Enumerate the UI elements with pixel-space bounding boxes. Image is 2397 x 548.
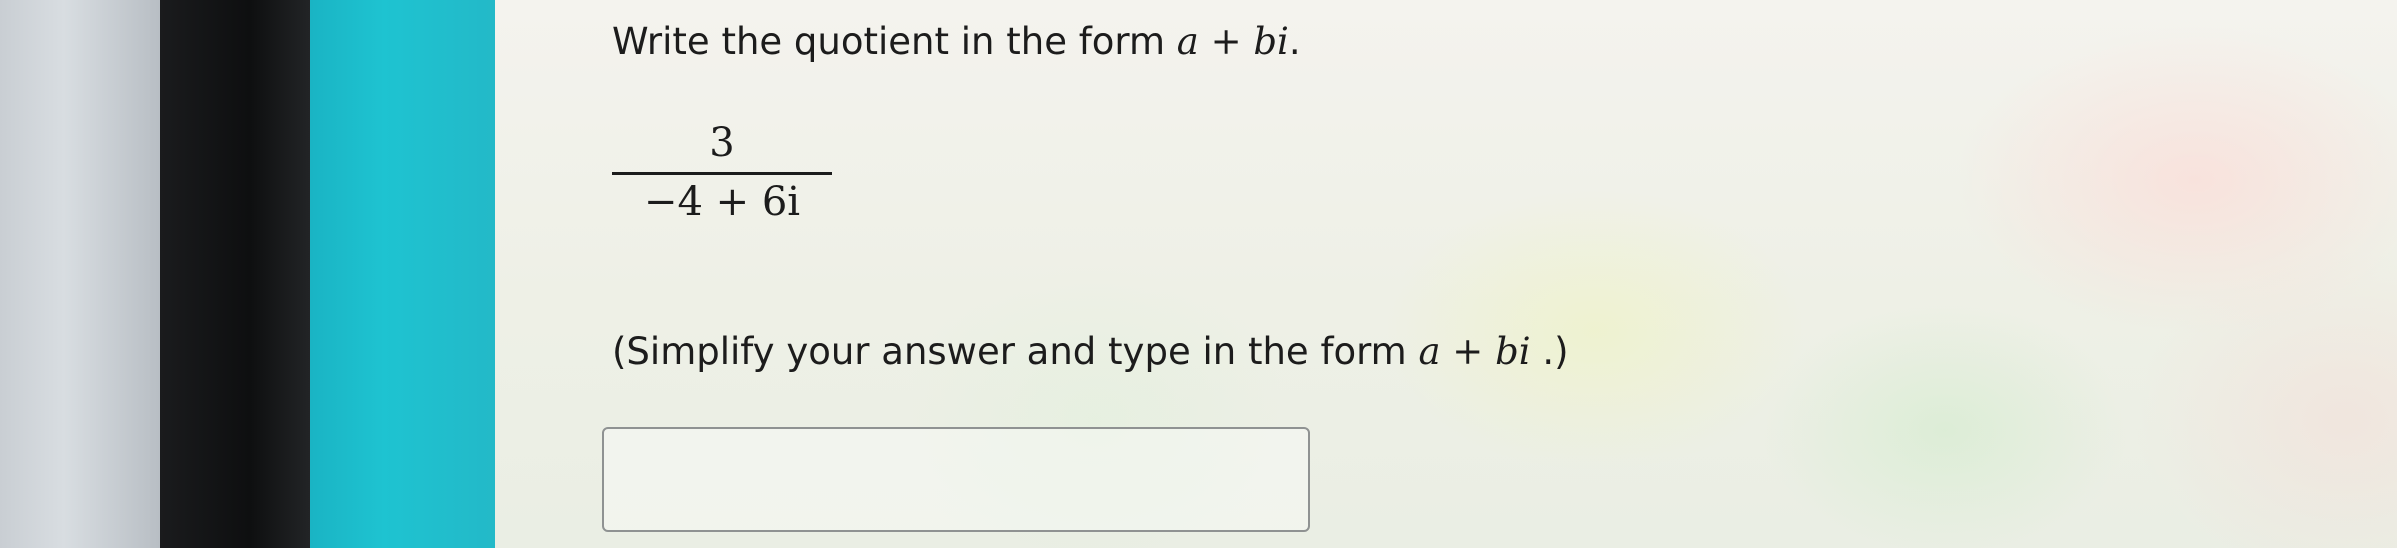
instruction-suffix: .): [1530, 330, 1569, 373]
question-text: Write the quotient in the form a + bi.: [612, 20, 1301, 63]
question-suffix: .: [1288, 20, 1301, 63]
fraction-numerator: 3: [709, 120, 735, 166]
form-a: a: [1176, 20, 1199, 63]
instruction-text: (Simplify your answer and type in the fo…: [612, 330, 1569, 373]
question-prefix: Write the quotient in the form: [612, 20, 1177, 63]
instruction-form-bi: bi: [1495, 330, 1531, 373]
instruction-form-a: a: [1418, 330, 1441, 373]
instruction-form: a + bi: [1418, 330, 1530, 373]
question-form: a + bi: [1177, 20, 1289, 63]
answer-input-box[interactable]: [602, 427, 1310, 532]
instruction-prefix: (Simplify your answer and type in the fo…: [612, 330, 1419, 373]
fraction-expression: 3 −4 + 6i: [612, 120, 832, 225]
instruction-form-plus: +: [1440, 330, 1496, 373]
background-left-area: [0, 0, 160, 548]
monitor-bezel-dark: [160, 0, 310, 548]
monitor-bezel-teal: [310, 0, 495, 548]
fraction-denominator: −4 + 6i: [643, 179, 801, 225]
form-plus: +: [1198, 20, 1254, 63]
form-bi: bi: [1253, 20, 1289, 63]
